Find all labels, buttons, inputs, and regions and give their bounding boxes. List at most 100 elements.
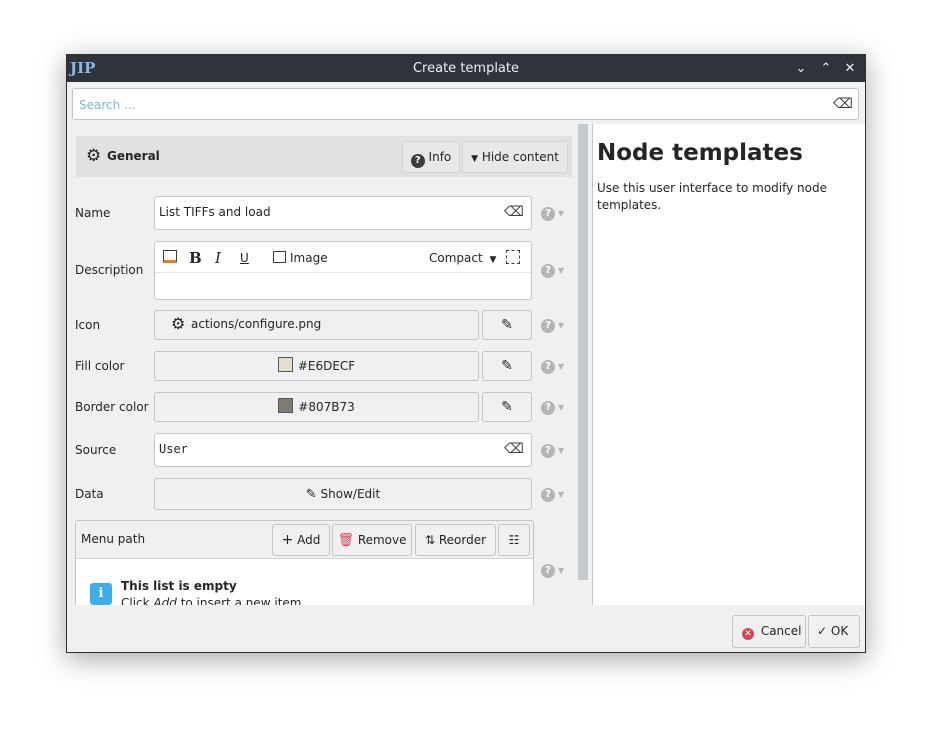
name-value: List TIFFs and load [159,205,271,219]
minimize-button[interactable]: ⌄ [791,59,811,79]
empty-hint-add: Add [153,596,177,605]
create-template-dialog: JIP Create template ⌄ ⌃ ✕ ⌫ ⚙ General ? … [66,54,866,653]
name-field[interactable]: List TIFFs and load ⌫ [154,196,532,230]
reorder-label: Reorder [438,533,487,547]
empty-list-hint: Click Add to insert a new item. [121,596,305,605]
help-icon: ? [541,360,555,374]
dropdown-icon: ▼ [558,208,565,218]
data-label: Data [75,487,104,501]
compact-label: Compact [429,251,483,265]
add-button[interactable]: + Add [272,524,330,556]
help-title: Node templates [597,140,803,166]
border-color-help[interactable]: ? ▼ [541,400,571,416]
maximize-button[interactable]: ⌃ [816,59,836,79]
dropdown-icon: ▼ [558,565,565,575]
close-button[interactable]: ✕ [840,59,860,79]
clear-search-icon[interactable]: ⌫ [833,94,853,114]
dropdown-icon: ▼ [558,402,565,412]
pencil-icon: ✎ [501,358,513,374]
section-title: General [107,149,160,163]
clear-name-icon[interactable]: ⌫ [504,202,524,222]
description-label: Description [75,263,144,277]
dropdown-icon: ▼ [558,445,565,455]
fill-color-label: Fill color [75,359,125,373]
fill-color-button[interactable]: #E6DECF [154,351,479,381]
italic-button[interactable]: I [215,249,221,267]
data-help[interactable]: ? ▼ [541,487,571,503]
fill-color-help[interactable]: ? ▼ [541,359,571,375]
window-title: Create template [412,61,519,76]
reorder-icon: ⇅ [424,533,436,547]
bold-button[interactable]: B [189,249,202,267]
info-button[interactable]: ? Info [402,141,460,173]
pencil-icon: ✎ [501,399,513,415]
rich-text-toolbar: B I U Image Compact ▼ [155,242,531,273]
reorder-button[interactable]: ⇅ Reorder [415,524,496,556]
dropdown-icon: ▼ [558,265,565,275]
text-color-icon[interactable] [163,250,177,263]
hide-content-button[interactable]: ▼ Hide content [462,141,568,173]
section-header-general[interactable]: ⚙ General ? Info ▼ Hide content [76,136,572,177]
help-panel: Node templates Use this user interface t… [592,124,865,605]
plus-icon: + [281,532,294,548]
help-icon: ? [541,488,555,502]
description-text-area[interactable] [159,276,519,294]
help-icon: ? [541,264,555,278]
caret-down-icon: ▼ [489,255,497,265]
list-view-icon: ☷ [508,533,520,547]
image-icon [273,251,286,263]
source-field[interactable]: User ⌫ [154,433,532,467]
dropdown-icon: ▼ [558,489,565,499]
icon-help[interactable]: ? ▼ [541,318,571,334]
fullscreen-icon[interactable] [506,250,520,264]
underline-button[interactable]: U [240,249,249,267]
empty-list-message: i This list is empty Click Add to insert… [76,559,533,605]
icon-select-button[interactable]: ⚙ actions/configure.png [154,310,479,340]
compact-mode-select[interactable]: Compact ▼ [429,249,496,267]
source-help[interactable]: ? ▼ [541,443,571,459]
add-label: Add [297,533,321,547]
ok-button[interactable]: ✓ OK [808,615,860,648]
ok-label: OK [830,624,849,638]
help-text: Use this user interface to modify node t… [597,181,827,212]
name-help[interactable]: ? ▼ [541,206,571,222]
help-circle-icon: ? [410,154,425,168]
menu-path-header: Menu path + Add 🗑 Remove ⇅ Reorder ☷ [76,521,533,559]
search-input[interactable] [77,93,821,117]
insert-image-button[interactable]: Image [273,249,328,267]
cancel-button[interactable]: ✕ Cancel [732,615,806,648]
edit-icon-button[interactable]: ✎ [482,310,532,340]
pencil-icon: ✎ [305,487,317,502]
caret-down-icon: ▼ [471,154,478,164]
help-icon: ? [541,564,555,578]
pencil-icon: ✎ [501,317,513,333]
show-edit-button[interactable]: ✎ Show/Edit [154,478,532,510]
menu-path-help[interactable]: ? ▼ [541,563,571,579]
icon-label: Icon [75,318,101,332]
image-label: Image [290,251,328,265]
show-edit-label: Show/Edit [320,487,381,501]
hide-content-label: Hide content [481,150,559,164]
edit-fill-color-button[interactable]: ✎ [482,351,532,381]
description-help[interactable]: ? ▼ [541,263,571,279]
edit-border-color-button[interactable]: ✎ [482,392,532,422]
description-editor: B I U Image Compact ▼ [154,241,532,300]
border-color-swatch [278,398,294,413]
clear-source-icon[interactable]: ⌫ [504,439,524,459]
gear-icon: ⚙ [86,146,102,166]
check-icon: ✓ [817,624,828,638]
search-box: ⌫ [72,88,859,120]
help-icon: ? [541,401,555,415]
remove-button[interactable]: 🗑 Remove [332,524,412,556]
help-icon: ? [541,444,555,458]
remove-label: Remove [357,533,407,547]
form-pane: ⚙ General ? Info ▼ Hide content Name Lis… [67,124,591,605]
icon-path-value: actions/configure.png [191,317,322,331]
list-options-button[interactable]: ☷ [498,524,530,556]
title-bar: JIP Create template ⌄ ⌃ ✕ [67,55,865,82]
name-label: Name [75,206,111,220]
info-button-label: Info [428,150,452,164]
border-color-button[interactable]: #807B73 [154,392,479,422]
menu-path-label: Menu path [81,532,146,546]
scrollbar[interactable] [578,124,588,580]
